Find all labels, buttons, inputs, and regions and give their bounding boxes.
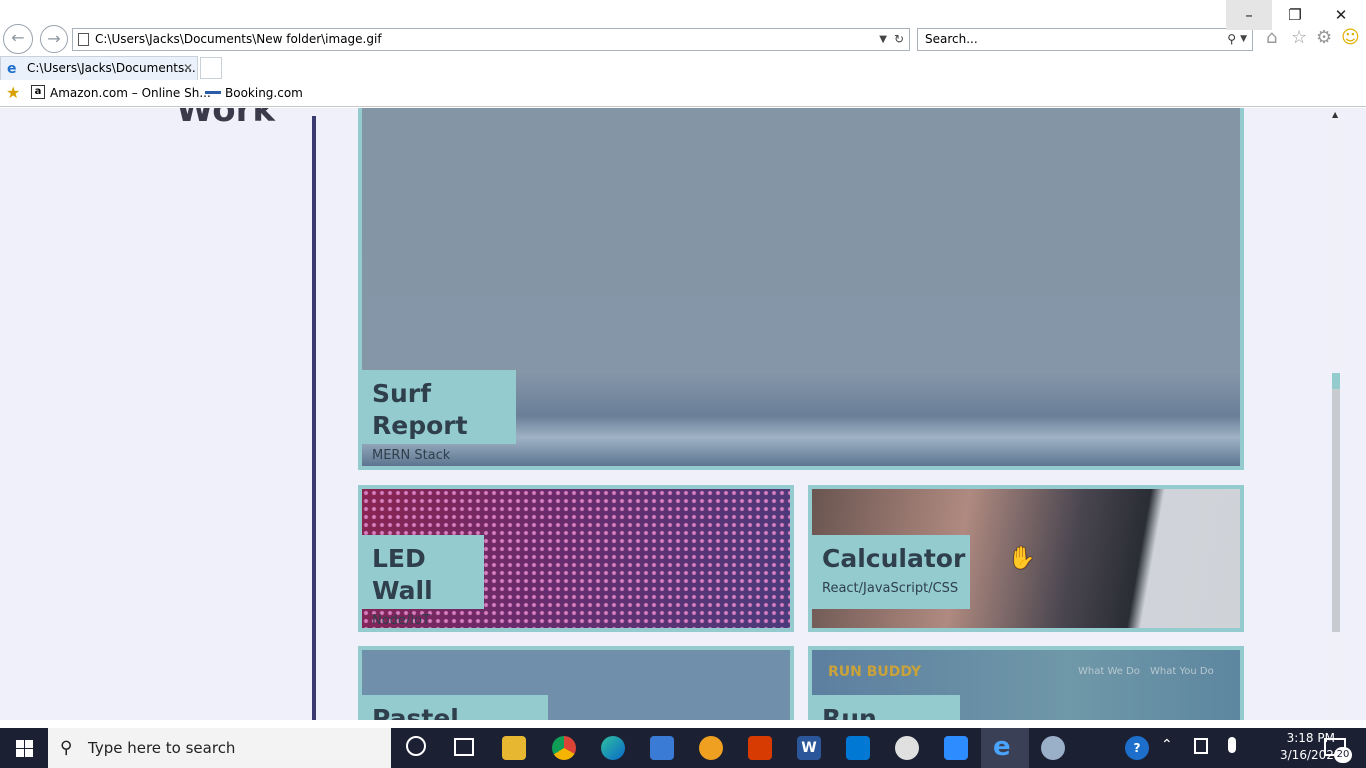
- dropdown-icon[interactable]: ▼: [879, 29, 887, 50]
- address-bar[interactable]: C:\Users\Jacks\Documents\New folder\imag…: [72, 28, 910, 51]
- norton-icon[interactable]: [699, 736, 723, 760]
- help-icon[interactable]: ?: [1125, 736, 1149, 760]
- favorite-booking[interactable]: Booking.com: [225, 85, 303, 101]
- new-tab-button[interactable]: [200, 57, 222, 79]
- booking-icon: [205, 91, 221, 94]
- cortana-icon[interactable]: [406, 736, 426, 756]
- photos-icon[interactable]: [650, 736, 674, 760]
- scrollbar-thumb[interactable]: [1332, 374, 1340, 632]
- notification-count-badge: 20: [1334, 747, 1352, 763]
- forward-button[interactable]: →: [40, 25, 68, 53]
- office-icon[interactable]: [748, 736, 772, 760]
- run-buddy-nav-2: What You Do: [1150, 666, 1214, 677]
- scrollbar[interactable]: ▲: [1332, 108, 1340, 720]
- project-subtitle: React/JavaScript/CSS: [822, 581, 959, 596]
- restore-button[interactable]: ❐: [1272, 0, 1318, 30]
- project-surf-report[interactable]: Surf Report MERN Stack: [358, 108, 1244, 470]
- vscode-icon[interactable]: [846, 736, 870, 760]
- ie-icon: e: [7, 61, 17, 77]
- word-icon[interactable]: W: [797, 736, 821, 760]
- close-button[interactable]: ✕: [1318, 0, 1364, 30]
- scroll-up-icon[interactable]: ▲: [1332, 110, 1338, 119]
- search-icon: ⚲: [60, 738, 73, 758]
- search-dropdown-icon[interactable]: ▼: [1240, 29, 1247, 50]
- amazon-icon: a: [31, 85, 45, 99]
- left-heading: Work: [176, 108, 276, 130]
- ie-icon: e: [993, 732, 1011, 762]
- hand-cursor-icon: ✋: [1008, 546, 1036, 571]
- home-icon[interactable]: ⌂: [1266, 27, 1277, 48]
- active-ie-slot[interactable]: e: [981, 728, 1029, 768]
- address-text: C:\Users\Jacks\Documents\New folder\imag…: [95, 32, 382, 46]
- taskbar: ⚲ Type here to search W e ? ⌃ 3:18 PM 3/…: [0, 728, 1366, 768]
- vertical-divider: [312, 116, 316, 720]
- windows-start-icon[interactable]: [16, 740, 33, 757]
- project-subtitle: MERN Stack: [372, 448, 451, 463]
- minimize-button[interactable]: –: [1226, 0, 1272, 30]
- web-page: Work Surf Report MERN Stack LED Wall Nod…: [0, 108, 1366, 720]
- search-icon[interactable]: ⚲: [1227, 29, 1236, 50]
- project-title: LED Wall: [372, 544, 433, 605]
- scrollbar-marker: [1332, 373, 1340, 389]
- project-title: Pastel Puzzels: [372, 704, 459, 720]
- project-run-buddy[interactable]: RUN BUDDY What We Do What You Do Run Bud…: [808, 646, 1244, 720]
- smiley-icon[interactable]: ☺: [1341, 27, 1360, 48]
- search-placeholder: Search...: [925, 32, 978, 46]
- favorite-amazon[interactable]: Amazon.com – Online Sh...: [50, 85, 211, 101]
- file-explorer-icon[interactable]: [502, 736, 526, 760]
- microphone-icon[interactable]: [1228, 737, 1236, 753]
- browser-toolbar: ← → C:\Users\Jacks\Documents\New folder\…: [0, 0, 1366, 56]
- tab-close-icon[interactable]: ✕: [183, 57, 193, 79]
- project-led-wall[interactable]: LED Wall Node/IoT: [358, 485, 794, 632]
- project-title: Calculator: [822, 544, 966, 573]
- battery-icon[interactable]: [1194, 738, 1208, 754]
- taskbar-search[interactable]: ⚲ Type here to search: [48, 728, 391, 768]
- run-buddy-header: RUN BUDDY: [828, 664, 922, 680]
- project-label: Run Buddy: [812, 695, 960, 720]
- chevron-up-icon[interactable]: ⌃: [1161, 737, 1173, 753]
- taskbar-search-placeholder: Type here to search: [88, 739, 236, 757]
- settings-icon[interactable]: ⚙: [1316, 27, 1332, 48]
- browser-tab[interactable]: e C:\Users\Jacks\Documents... ✕: [0, 56, 198, 80]
- project-label: Surf Report MERN Stack: [362, 370, 516, 463]
- edge-icon[interactable]: [601, 736, 625, 760]
- paint-icon[interactable]: [1041, 736, 1065, 760]
- refresh-icon[interactable]: ↻: [894, 29, 904, 50]
- tab-title: C:\Users\Jacks\Documents...: [27, 61, 196, 75]
- project-title: Run Buddy: [822, 704, 877, 720]
- back-button[interactable]: ←: [3, 24, 33, 54]
- favorites-icon[interactable]: ☆: [1291, 27, 1307, 48]
- chrome-icon[interactable]: [552, 736, 576, 760]
- favorites-bar: ★ a Amazon.com – Online Sh... Booking.co…: [0, 80, 1366, 107]
- search-box[interactable]: Search... ⚲ ▼: [917, 28, 1253, 51]
- page-bottom-gap: [0, 720, 1366, 728]
- page-icon: [78, 33, 89, 46]
- project-subtitle: Node/IoT: [372, 613, 431, 628]
- project-title: Surf Report: [372, 379, 468, 440]
- project-label: Pastel Puzzels: [362, 695, 548, 720]
- favorites-star-icon[interactable]: ★: [6, 83, 20, 102]
- project-label: LED Wall Node/IoT: [362, 535, 484, 628]
- zoom-icon[interactable]: [944, 736, 968, 760]
- project-label: Calculator React/JavaScript/CSS: [812, 535, 970, 609]
- project-pastel-puzzels[interactable]: Pastel Puzzels: [358, 646, 794, 720]
- tab-row: e C:\Users\Jacks\Documents... ✕: [0, 56, 1366, 80]
- run-buddy-nav-1: What We Do: [1078, 666, 1140, 677]
- task-view-icon[interactable]: [454, 738, 474, 756]
- slack-icon[interactable]: [895, 736, 919, 760]
